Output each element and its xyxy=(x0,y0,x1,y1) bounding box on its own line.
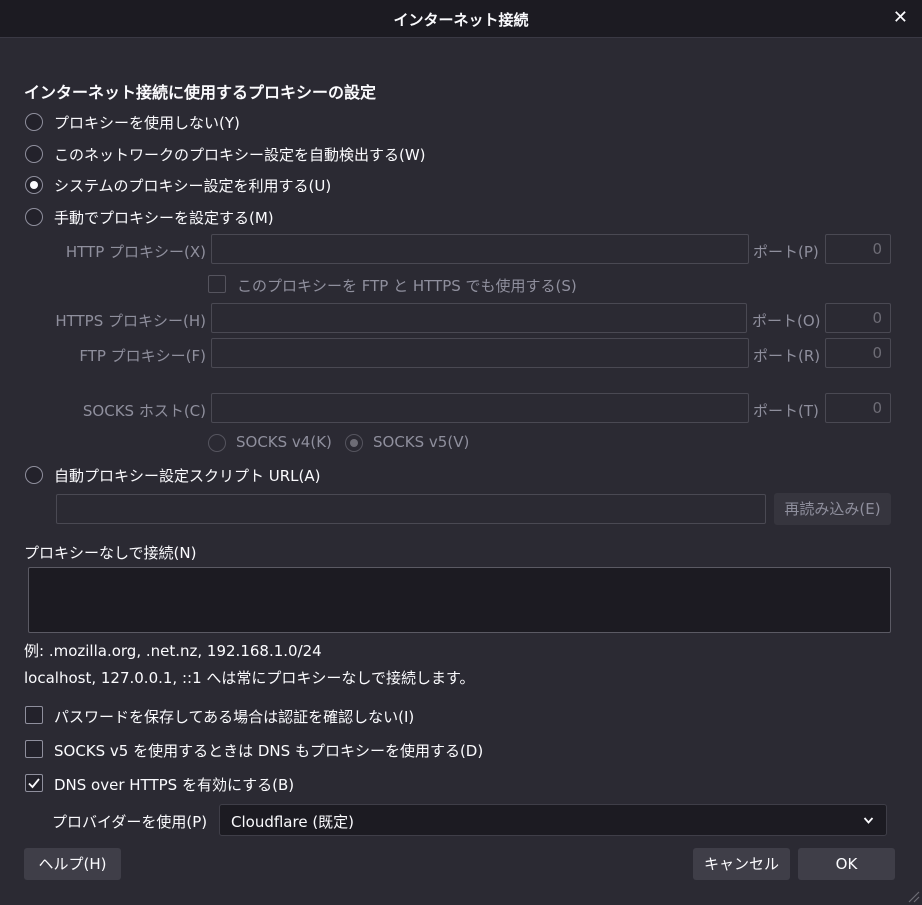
radio-auto-url-label: 自動プロキシー設定スクリプト URL(A) xyxy=(54,467,321,485)
https-port-input[interactable]: 0 xyxy=(825,303,891,333)
radio-manual[interactable] xyxy=(25,208,43,226)
window-title: インターネット接続 xyxy=(393,11,529,29)
resize-grip-icon[interactable] xyxy=(906,889,920,903)
checkmark-icon xyxy=(28,778,40,789)
doh-label: DNS over HTTPS を有効にする(B) xyxy=(54,776,295,794)
share-proxy-checkbox[interactable] xyxy=(208,275,226,293)
ftp-port-label: ポート(R) xyxy=(753,347,821,365)
no-auth-prompt-label: パスワードを保存してある場合は認証を確認しない(I) xyxy=(54,708,415,726)
share-proxy-label: このプロキシーを FTP と HTTPS でも使用する(S) xyxy=(237,277,577,295)
radio-system-proxy[interactable] xyxy=(25,176,43,194)
title-bar: インターネット接続 ✕ xyxy=(0,0,922,38)
provider-label: プロバイダーを使用(P) xyxy=(52,813,208,831)
socks-dns-label: SOCKS v5 を使用するときは DNS もプロキシーを使用する(D) xyxy=(54,742,484,760)
http-port-label: ポート(P) xyxy=(753,243,819,261)
no-proxy-note: localhost, 127.0.0.1, ::1 へは常にプロキシーなしで接続… xyxy=(24,669,475,687)
reload-button[interactable]: 再読み込み(E) xyxy=(774,493,891,525)
no-auth-prompt-checkbox[interactable] xyxy=(25,706,43,724)
close-icon[interactable]: ✕ xyxy=(893,7,908,28)
socks-port-label: ポート(T) xyxy=(753,402,819,420)
https-port-label: ポート(O) xyxy=(752,312,821,330)
cancel-button[interactable]: キャンセル xyxy=(693,848,790,880)
socks-v4-label: SOCKS v4(K) xyxy=(236,433,332,451)
radio-auto-url[interactable] xyxy=(25,466,43,484)
radio-socks-v5[interactable] xyxy=(345,434,363,452)
http-proxy-label: HTTP プロキシー(X) xyxy=(65,243,206,261)
radio-autodetect[interactable] xyxy=(25,145,43,163)
socks-port-input[interactable]: 0 xyxy=(825,393,891,423)
ok-button[interactable]: OK xyxy=(798,848,895,880)
no-proxy-example: 例: .mozilla.org, .net.nz, 192.168.1.0/24 xyxy=(24,642,322,660)
ftp-port-input[interactable]: 0 xyxy=(825,338,891,368)
socks-host-label: SOCKS ホスト(C) xyxy=(82,402,206,420)
no-proxy-textarea[interactable] xyxy=(28,567,891,633)
radio-socks-v4[interactable] xyxy=(208,434,226,452)
socks-host-input[interactable] xyxy=(211,393,749,423)
http-proxy-input[interactable] xyxy=(211,234,749,264)
radio-no-proxy[interactable] xyxy=(25,113,43,131)
chevron-down-icon xyxy=(863,817,874,824)
ftp-proxy-input[interactable] xyxy=(211,338,749,368)
provider-select[interactable]: Cloudflare (既定) xyxy=(219,804,887,836)
auto-url-input[interactable] xyxy=(56,494,766,524)
section-title: インターネット接続に使用するプロキシーの設定 xyxy=(24,83,377,102)
ftp-proxy-label: FTP プロキシー(F) xyxy=(79,347,206,365)
radio-system-proxy-label: システムのプロキシー設定を利用する(U) xyxy=(54,177,332,195)
radio-manual-label: 手動でプロキシーを設定する(M) xyxy=(54,209,274,227)
radio-no-proxy-label: プロキシーを使用しない(Y) xyxy=(54,114,240,132)
doh-checkbox[interactable] xyxy=(25,774,43,792)
no-proxy-label: プロキシーなしで接続(N) xyxy=(24,544,197,562)
https-proxy-input[interactable] xyxy=(211,303,747,333)
http-port-input[interactable]: 0 xyxy=(825,234,891,264)
https-proxy-label: HTTPS プロキシー(H) xyxy=(55,312,206,330)
provider-value: Cloudflare (既定) xyxy=(231,813,355,831)
radio-autodetect-label: このネットワークのプロキシー設定を自動検出する(W) xyxy=(54,146,426,164)
socks-v5-label: SOCKS v5(V) xyxy=(373,433,470,451)
help-button[interactable]: ヘルプ(H) xyxy=(24,848,121,880)
socks-dns-checkbox[interactable] xyxy=(25,740,43,758)
